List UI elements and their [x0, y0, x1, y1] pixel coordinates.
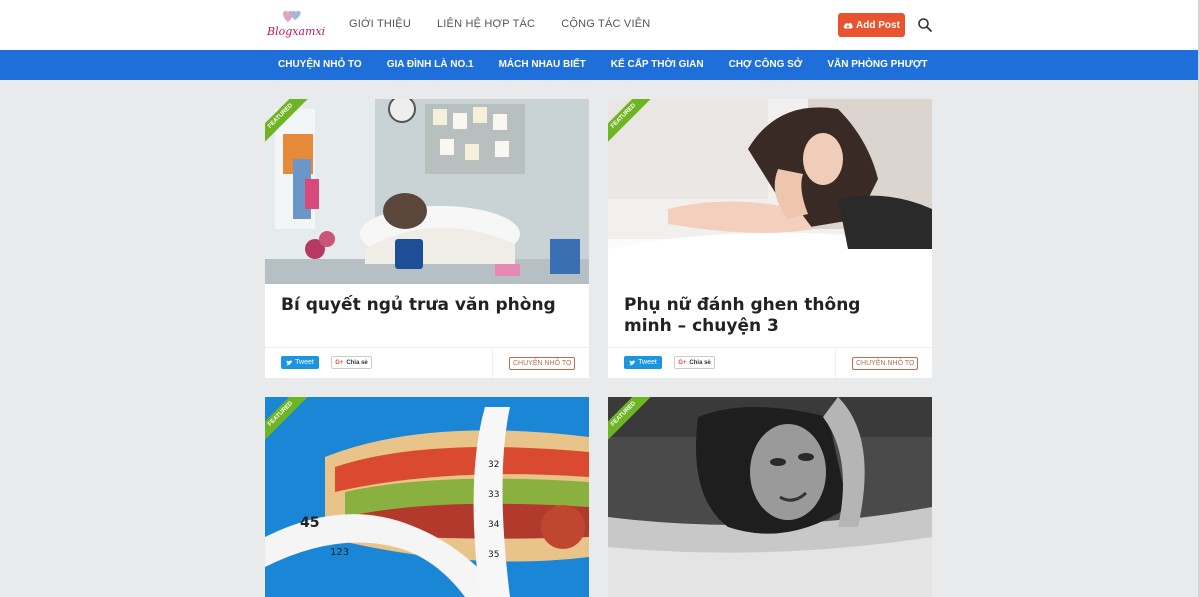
- category-nav: CHUYỆN NHỎ TO GIA ĐÌNH LÀ NO.1 MÁCH NHAU…: [278, 59, 928, 70]
- tweet-button[interactable]: Tweet: [624, 356, 662, 369]
- post-card: FEATURED Bí quyết ngủ trưa văn phòng Twe…: [265, 99, 589, 378]
- post-title[interactable]: Phụ nữ đánh ghen thông minh – chuyện 3: [624, 295, 914, 337]
- svg-text:123: 123: [330, 547, 349, 558]
- add-post-label: Add Post: [856, 19, 900, 31]
- post-title[interactable]: Bí quyết ngủ trưa văn phòng: [281, 295, 571, 316]
- google-plus-icon: G+: [678, 359, 687, 366]
- add-post-button[interactable]: Add Post: [838, 13, 905, 37]
- logo-text: Blogxamxi: [267, 25, 326, 38]
- post-thumbnail-bw-portrait[interactable]: FEATURED: [608, 397, 932, 597]
- post-card: FEATURED: [608, 397, 932, 597]
- post-thumbnail-office-nap[interactable]: FEATURED: [265, 99, 589, 284]
- featured-ribbon: FEATURED: [265, 397, 311, 443]
- category-ke-cap-thoi-gian[interactable]: KỂ CẤP THỜI GIAN: [611, 59, 704, 70]
- post-thumbnail-sandwich-tape[interactable]: 45 123 32 33 34 35 FEATURED: [265, 397, 589, 597]
- gplus-share-button[interactable]: G+ Chia sẻ: [331, 356, 372, 369]
- post-category-tag[interactable]: CHUYỆN NHỎ TO: [509, 357, 576, 370]
- category-bar: CHUYỆN NHỎ TO GIA ĐÌNH LÀ NO.1 MÁCH NHAU…: [0, 50, 1198, 80]
- post-card: FEATURED Phụ nữ đánh ghen thông minh – c…: [608, 99, 932, 378]
- google-plus-icon: G+: [335, 359, 344, 366]
- twitter-bird-icon: [629, 359, 636, 365]
- post-thumbnail-woman-bed[interactable]: FEATURED: [608, 99, 932, 284]
- featured-ribbon: FEATURED: [608, 99, 654, 145]
- heart-logo-icon: [283, 10, 301, 22]
- category-van-phong-phuot[interactable]: VĂN PHÒNG PHƯỢT: [827, 59, 927, 70]
- footer-divider: [492, 348, 493, 378]
- post-footer: Tweet G+ Chia sẻ CHUYỆN NHỎ TO: [265, 347, 589, 378]
- svg-text:35: 35: [488, 550, 499, 560]
- svg-text:45: 45: [300, 515, 319, 531]
- featured-ribbon: FEATURED: [608, 397, 654, 443]
- category-cho-cong-so[interactable]: CHỢ CÔNG SỞ: [729, 59, 803, 70]
- svg-text:33: 33: [488, 490, 499, 500]
- post-category-tag[interactable]: CHUYỆN NHỎ TO: [852, 357, 919, 370]
- gplus-share-button[interactable]: G+ Chia sẻ: [674, 356, 715, 369]
- post-footer: Tweet G+ Chia sẻ CHUYỆN NHỎ TO: [608, 347, 932, 378]
- svg-text:32: 32: [488, 460, 499, 470]
- category-mach-nhau-biet[interactable]: MÁCH NHAU BIẾT: [499, 59, 586, 70]
- footer-divider: [835, 348, 836, 378]
- featured-ribbon: FEATURED: [265, 99, 311, 145]
- top-nav: GIỚI THIỆU LIÊN HỆ HỢP TÁC CỘNG TÁC VIÊN: [349, 18, 650, 30]
- svg-text:34: 34: [488, 520, 500, 530]
- post-card: 45 123 32 33 34 35 FEATURED: [265, 397, 589, 597]
- top-header: Blogxamxi GIỚI THIỆU LIÊN HỆ HỢP TÁC CỘN…: [0, 0, 1200, 50]
- category-chuyen-nho-to[interactable]: CHUYỆN NHỎ TO: [278, 59, 362, 70]
- nav-lien-he-hop-tac[interactable]: LIÊN HỆ HỢP TÁC: [437, 18, 535, 30]
- category-gia-dinh[interactable]: GIA ĐÌNH LÀ NO.1: [387, 59, 474, 70]
- search-icon[interactable]: [917, 17, 933, 33]
- nav-cong-tac-vien[interactable]: CỘNG TÁC VIÊN: [561, 18, 650, 30]
- tweet-button[interactable]: Tweet: [281, 356, 319, 369]
- site-logo[interactable]: Blogxamxi: [265, 8, 325, 42]
- nav-gioi-thieu[interactable]: GIỚI THIỆU: [349, 18, 411, 30]
- twitter-bird-icon: [286, 359, 293, 365]
- cloud-upload-icon: [843, 23, 853, 29]
